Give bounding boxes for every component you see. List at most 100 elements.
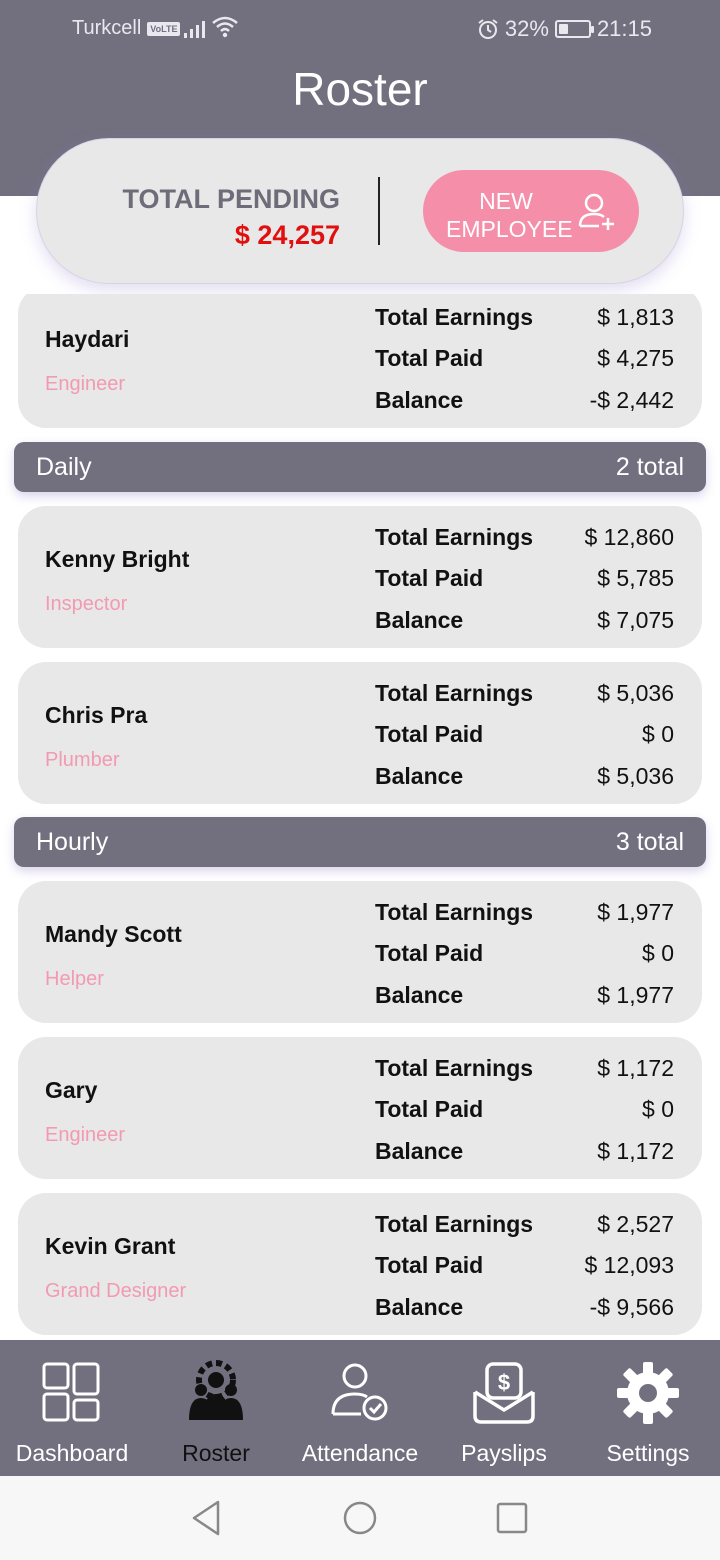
home-icon[interactable] [342, 1500, 378, 1536]
total-earnings-value: $ 1,977 [597, 899, 674, 925]
add-user-icon [578, 193, 614, 230]
recents-icon[interactable] [495, 1501, 529, 1535]
employee-name: Gary [45, 1077, 98, 1103]
employee-card[interactable]: Haydari Engineer Total Earnings $ 1,813 Tota… [18, 294, 702, 428]
section-count: 2 total [615, 453, 684, 481]
employee-card[interactable]: Kenny Bright Inspector Total Earnings $ 12,… [18, 506, 702, 648]
nav-payslips[interactable]: $ Payslips [432, 1340, 576, 1476]
battery-percent: 32% [504, 16, 549, 41]
total-paid-value: $ 0 [642, 1096, 674, 1122]
total-earnings-label: Total Earnings [375, 524, 534, 550]
balance-value: $ 7,075 [597, 607, 674, 633]
balance-label: Balance [375, 1294, 464, 1320]
signal-icon [184, 18, 205, 38]
total-earnings-label: Total Earnings [375, 1211, 534, 1237]
total-paid-label: Total Paid [375, 940, 484, 966]
employee-card[interactable]: Gary Engineer Total Earnings $ 1,172 Total P… [18, 1037, 702, 1179]
section-header-daily[interactable]: Daily 2 total [14, 442, 706, 492]
total-paid-value: $ 4,275 [597, 345, 674, 371]
volte-badge: VoLTE [147, 21, 181, 36]
employee-role: Engineer [45, 373, 126, 395]
attendance-icon [331, 1363, 388, 1421]
balance-value: $ 1,172 [597, 1138, 674, 1164]
balance-value: -$ 9,566 [589, 1294, 674, 1320]
total-pending-label: TOTAL PENDING [122, 184, 340, 214]
total-earnings-label: Total Earnings [375, 304, 534, 330]
employee-card[interactable]: Kevin Grant Grand Designer Total Earnings $… [18, 1193, 702, 1335]
nav-label: Payslips [461, 1440, 547, 1466]
employee-role: Engineer [45, 1124, 126, 1146]
nav-settings[interactable]: Settings [576, 1340, 720, 1476]
wifi-icon [212, 16, 238, 38]
total-paid-label: Total Paid [375, 565, 484, 591]
employee-name: Kenny Bright [45, 546, 190, 572]
status-bar: Turkcell VoLTE 32% 21:15 [0, 0, 720, 56]
total-paid-value: $ 5,785 [597, 565, 674, 591]
alarm-icon [478, 19, 498, 39]
total-paid-label: Total Paid [375, 721, 484, 747]
total-paid-value: $ 12,093 [584, 1252, 674, 1278]
status-right: 32% 21:15 [477, 16, 652, 42]
bottom-nav: Dashboard Roster Attendance $ Payslips Settin… [0, 1340, 720, 1476]
employee-list[interactable]: Haydari Engineer Total Earnings $ 1,813 Tota… [0, 294, 720, 1340]
section-title: Hourly [36, 828, 109, 856]
nav-label: Attendance [301, 1440, 419, 1466]
balance-value: $ 1,977 [597, 982, 674, 1008]
employee-name: Chris Pra [45, 702, 148, 728]
total-paid-label: Total Paid [375, 1252, 484, 1278]
section-title: Daily [36, 453, 92, 481]
balance-label: Balance [375, 387, 464, 413]
new-employee-label: NEW EMPLOYEE [446, 188, 573, 242]
balance-label: Balance [375, 763, 464, 789]
dashboard-icon [42, 1362, 100, 1422]
carrier: Turkcell VoLTE [72, 17, 181, 40]
total-paid-value: $ 0 [642, 940, 674, 966]
payslips-icon: $ [473, 1362, 535, 1424]
system-nav-bar [0, 1476, 720, 1560]
total-earnings-value: $ 1,172 [597, 1055, 674, 1081]
total-earnings-value: $ 2,527 [597, 1211, 674, 1237]
back-icon[interactable] [188, 1496, 224, 1540]
employee-role: Grand Designer [45, 1280, 187, 1302]
total-pending-amount: $ 24,257 [234, 220, 340, 250]
nav-label: Roster [182, 1440, 250, 1466]
employee-card[interactable]: Mandy Scott Helper Total Earnings $ 1,977 To… [18, 881, 702, 1023]
roster-icon [189, 1360, 243, 1420]
employee-card[interactable]: Chris Pra Plumber Total Earnings $ 5,036 Tot… [18, 662, 702, 804]
balance-value: $ 5,036 [597, 763, 674, 789]
total-earnings-label: Total Earnings [375, 1055, 534, 1081]
battery-icon [554, 20, 594, 38]
balance-value: -$ 2,442 [589, 387, 674, 413]
employee-role: Plumber [45, 749, 120, 771]
summary-card: TOTAL PENDING $ 24,257 NEW EMPLOYEE [36, 138, 684, 284]
total-earnings-label: Total Earnings [375, 680, 534, 706]
total-paid-label: Total Paid [375, 1096, 484, 1122]
nav-label: Settings [606, 1440, 690, 1466]
new-employee-button[interactable]: NEW EMPLOYEE [423, 170, 639, 252]
total-earnings-label: Total Earnings [375, 899, 534, 925]
nav-dashboard[interactable]: Dashboard [0, 1340, 144, 1476]
employee-name: Kevin Grant [45, 1233, 176, 1259]
page-title: Roster [292, 63, 428, 115]
carrier-name: Turkcell [72, 17, 142, 39]
balance-label: Balance [375, 607, 464, 633]
employee-name: Haydari [45, 326, 130, 352]
employee-role: Helper [45, 968, 104, 990]
nav-roster[interactable]: Roster [144, 1340, 288, 1476]
clock: 21:15 [596, 16, 652, 41]
nav-label: Dashboard [15, 1440, 129, 1466]
total-earnings-value: $ 1,813 [597, 304, 674, 330]
employee-role: Inspector [45, 593, 128, 615]
balance-label: Balance [375, 1138, 464, 1164]
section-header-hourly[interactable]: Hourly 3 total [14, 817, 706, 867]
balance-label: Balance [375, 982, 464, 1008]
employee-name: Mandy Scott [45, 921, 182, 947]
settings-icon [617, 1362, 679, 1424]
total-earnings-value: $ 5,036 [597, 680, 674, 706]
svg-text:$: $ [498, 1370, 510, 1395]
total-paid-label: Total Paid [375, 345, 484, 371]
summary-divider [378, 177, 380, 245]
nav-attendance[interactable]: Attendance [288, 1340, 432, 1476]
section-count: 3 total [615, 828, 684, 856]
total-earnings-value: $ 12,860 [584, 524, 674, 550]
